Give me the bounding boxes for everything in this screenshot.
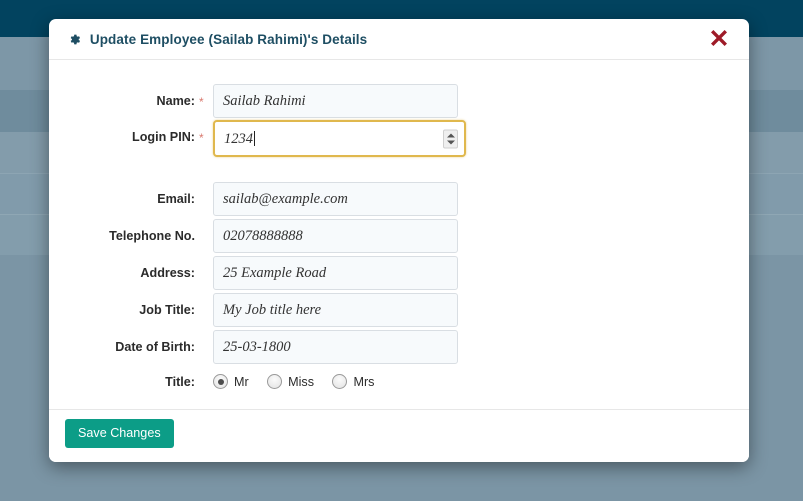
- radio-option-miss[interactable]: Miss: [267, 365, 314, 399]
- label-job-title: Job Title:: [139, 303, 195, 317]
- number-spinner[interactable]: [443, 129, 458, 148]
- page-background: Update Employee (Sailab Rahimi)'s Detail…: [0, 0, 803, 501]
- label-email: Email:: [157, 192, 195, 206]
- radio-dot-icon: [213, 374, 228, 389]
- label-address: Address:: [140, 266, 195, 280]
- required-marker: *: [199, 95, 204, 109]
- radio-label-mrs: Mrs: [353, 375, 375, 389]
- modal-body: Name: * Sailab Rahimi Login PIN: * 1234: [49, 60, 749, 408]
- spinner-up-icon[interactable]: [446, 133, 455, 137]
- required-marker: *: [199, 131, 204, 145]
- login-pin-input[interactable]: 1234: [213, 120, 466, 157]
- modal-title-text: Update Employee (Sailab Rahimi)'s Detail…: [89, 32, 368, 47]
- form-row-login-pin: Login PIN: * 1234: [49, 120, 749, 157]
- label-login-pin: Login PIN:: [132, 130, 195, 144]
- label-date-of-birth: Date of Birth:: [115, 340, 195, 354]
- spinner-down-icon[interactable]: [446, 140, 455, 144]
- label-title: Title:: [165, 375, 195, 389]
- radio-label-miss: Miss: [288, 375, 315, 389]
- save-changes-button[interactable]: Save Changes: [65, 419, 174, 448]
- form-row-title: Title: Mr Miss Mrs: [49, 365, 749, 399]
- address-input[interactable]: 25 Example Road: [213, 256, 458, 290]
- label-name: Name:: [156, 94, 196, 108]
- email-input[interactable]: sailab@example.com: [213, 182, 458, 216]
- radio-dot-icon: [267, 374, 283, 389]
- form-row-email: Email: sailab@example.com: [49, 182, 749, 216]
- modal-header: Update Employee (Sailab Rahimi)'s Detail…: [49, 19, 749, 60]
- job-title-input[interactable]: My Job title here: [213, 293, 458, 327]
- radio-option-mrs[interactable]: Mrs: [332, 365, 374, 399]
- update-employee-modal: Update Employee (Sailab Rahimi)'s Detail…: [49, 19, 749, 462]
- label-telephone: Telephone No.: [109, 229, 195, 243]
- modal-title: Update Employee (Sailab Rahimi)'s Detail…: [68, 32, 367, 49]
- close-icon[interactable]: [706, 28, 732, 54]
- date-of-birth-input[interactable]: 25-03-1800: [213, 330, 458, 364]
- radio-option-mr[interactable]: Mr: [213, 365, 249, 399]
- text-caret: [254, 131, 255, 146]
- login-pin-value: 1234: [224, 131, 253, 147]
- form-row-job-title: Job Title: My Job title here: [49, 293, 749, 327]
- form-row-date-of-birth: Date of Birth: 25-03-1800: [49, 330, 749, 364]
- telephone-input[interactable]: 02078888888: [213, 219, 458, 253]
- form-row-address: Address: 25 Example Road: [49, 256, 749, 290]
- radio-dot-icon: [332, 374, 348, 389]
- title-radio-group: Mr Miss Mrs: [213, 365, 388, 399]
- form-row-telephone: Telephone No. 02078888888: [49, 219, 749, 253]
- radio-label-mr: Mr: [234, 375, 249, 389]
- name-input[interactable]: Sailab Rahimi: [213, 84, 458, 118]
- form-row-name: Name: * Sailab Rahimi: [49, 84, 749, 118]
- gear-icon: [68, 33, 81, 49]
- modal-footer: Save Changes: [49, 409, 749, 462]
